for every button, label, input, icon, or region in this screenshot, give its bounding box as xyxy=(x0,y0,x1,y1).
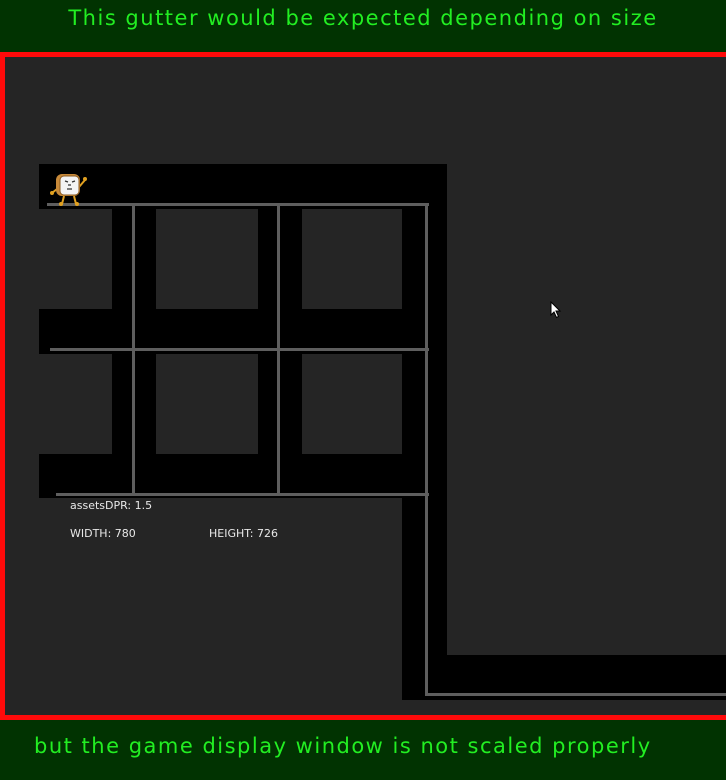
pipe-horizontal-top xyxy=(47,203,429,206)
game-display-window[interactable]: assetsDPR: 1.5 WIDTH: 780 HEIGHT: 726 xyxy=(0,52,726,720)
mouse-pointer-icon xyxy=(550,301,562,319)
pipe-vertical-1 xyxy=(132,203,135,496)
maze-wall-top xyxy=(39,164,447,206)
assets-dpr-readout: assetsDPR: 1.5 xyxy=(70,499,152,512)
assets-dpr-label: assetsDPR: xyxy=(70,499,132,512)
maze-room-1 xyxy=(156,209,258,309)
pipe-vertical-right xyxy=(425,203,428,696)
top-caption: This gutter would be expected depending … xyxy=(68,6,658,30)
pipe-horizontal-lower xyxy=(56,493,429,496)
width-readout: WIDTH: 780 xyxy=(70,527,136,540)
height-value: 726 xyxy=(256,527,278,540)
width-label: WIDTH: xyxy=(70,527,112,540)
height-label: HEIGHT: xyxy=(209,527,254,540)
pipe-vertical-2 xyxy=(277,203,280,496)
maze-room-left-1 xyxy=(5,209,112,309)
maze-room-left-2 xyxy=(5,354,112,454)
maze-room-3 xyxy=(156,354,258,454)
pipe-horizontal-bottom xyxy=(425,693,726,696)
assets-dpr-value: 1.5 xyxy=(134,499,153,512)
bottom-caption: but the game display window is not scale… xyxy=(34,734,652,758)
maze-room-4 xyxy=(302,354,402,454)
height-readout: HEIGHT: 726 xyxy=(209,527,278,540)
width-value: 780 xyxy=(114,527,136,540)
maze-room-2 xyxy=(302,209,402,309)
pipe-horizontal-middle xyxy=(50,348,429,351)
toast-character-icon[interactable] xyxy=(49,171,89,207)
